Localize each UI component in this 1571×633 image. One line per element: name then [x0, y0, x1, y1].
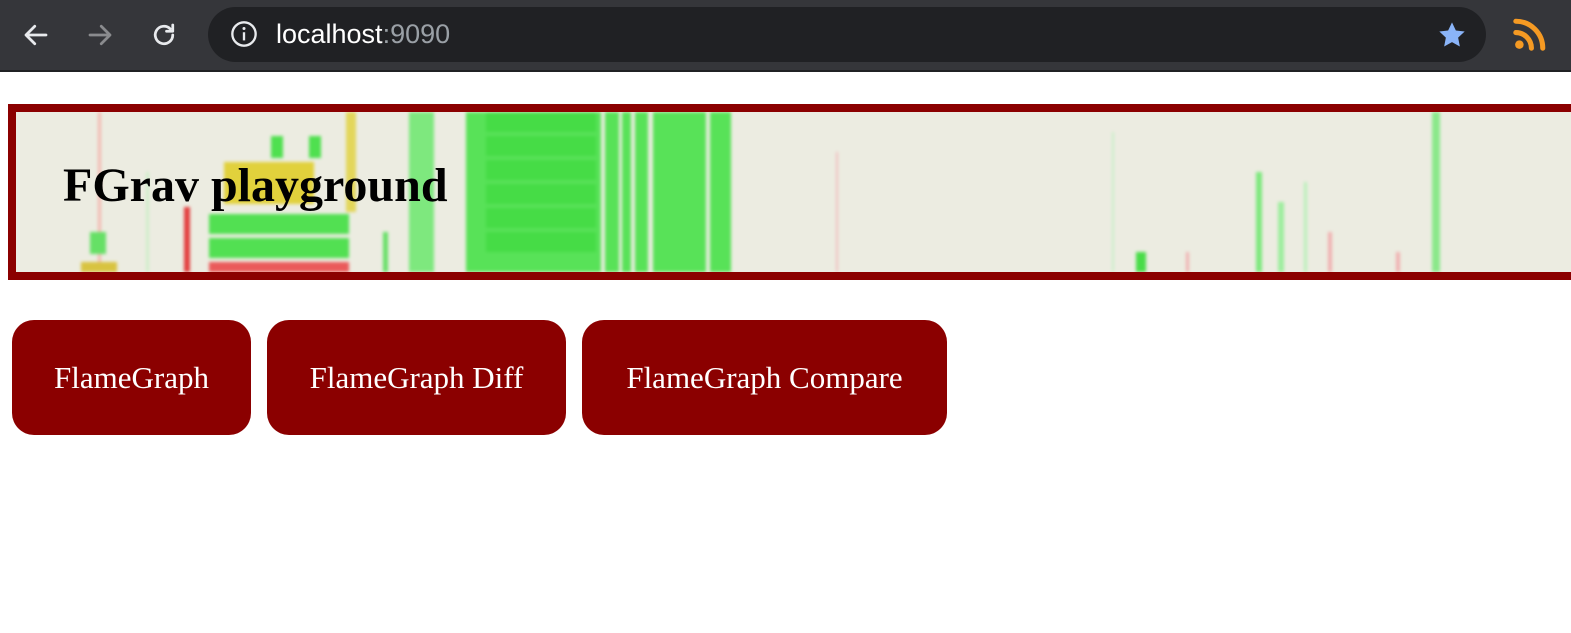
flamegraph-button[interactable]: FlameGraph [12, 320, 251, 435]
header-banner: FGrav playground [8, 104, 1571, 280]
address-bar[interactable]: localhost:9090 [208, 7, 1486, 62]
rss-icon[interactable] [1513, 17, 1547, 51]
forward-button[interactable] [80, 15, 120, 55]
browser-toolbar: localhost:9090 [0, 0, 1571, 72]
forward-arrow-icon [88, 24, 112, 46]
url-text: localhost:9090 [276, 7, 450, 62]
star-icon[interactable] [1436, 19, 1468, 51]
back-button[interactable] [16, 15, 56, 55]
back-arrow-icon [24, 24, 48, 46]
flamegraph-diff-button[interactable]: FlameGraph Diff [267, 320, 566, 435]
info-icon[interactable] [230, 20, 258, 48]
page-title: FGrav playground [63, 159, 448, 212]
reload-icon [153, 23, 175, 46]
url-port: :9090 [382, 19, 451, 49]
url-host: localhost [276, 19, 383, 49]
navigation-buttons: FlameGraph FlameGraph Diff FlameGraph Co… [12, 320, 947, 435]
flamegraph-compare-button[interactable]: FlameGraph Compare [582, 320, 947, 435]
reload-button[interactable] [144, 15, 184, 55]
